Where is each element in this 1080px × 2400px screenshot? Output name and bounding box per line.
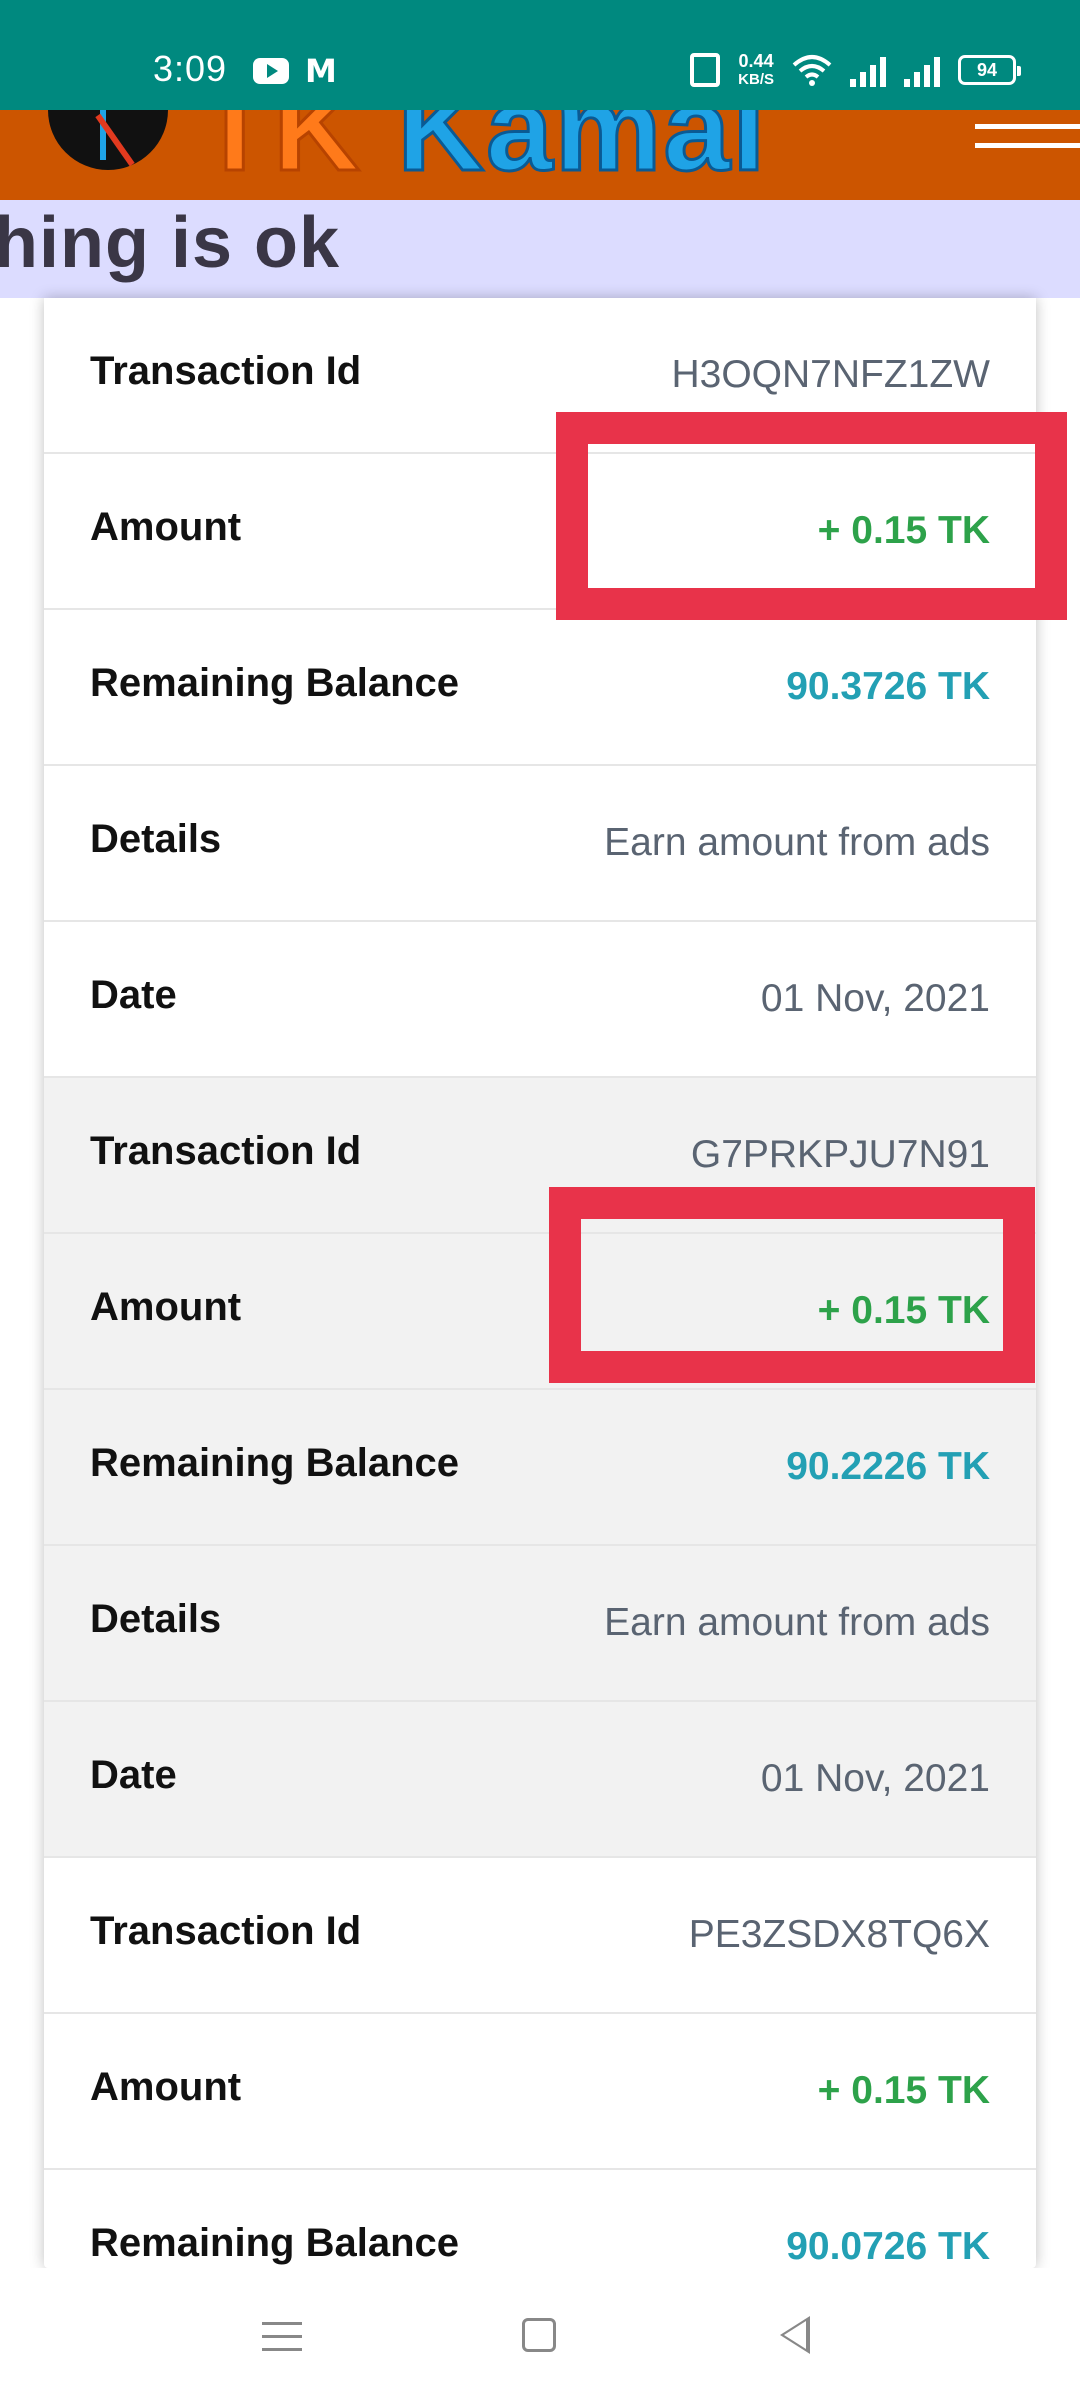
balance-value: 90.0726 TK xyxy=(786,2225,990,2268)
transaction-id-value: H3OQN7NFZ1ZW xyxy=(671,353,990,396)
balance-row: Remaining Balance 90.2226 TK xyxy=(44,1390,1036,1546)
battery-icon: 94 xyxy=(958,55,1021,85)
balance-row: Remaining Balance 90.0726 TK xyxy=(44,2170,1036,2269)
navigation-bar xyxy=(0,2268,1080,2400)
details-row: Details Earn amount from ads xyxy=(44,766,1036,922)
back-icon[interactable] xyxy=(780,2316,810,2354)
row-label: Details xyxy=(90,1596,222,1641)
row-label: Details xyxy=(90,816,222,861)
site-header: TK Kamai xyxy=(0,110,1080,200)
gmail-icon: M xyxy=(305,52,337,90)
recent-apps-icon[interactable] xyxy=(262,2322,302,2361)
balance-value: 90.2226 TK xyxy=(786,1445,990,1488)
row-label: Date xyxy=(90,972,177,1017)
date-value: 01 Nov, 2021 xyxy=(760,1757,990,1800)
site-title[interactable]: TK Kamai xyxy=(197,110,768,198)
amount-row: Amount + 0.15 TK xyxy=(44,2014,1036,2170)
balance-value: 90.3726 TK xyxy=(786,665,990,708)
amount-value: + 0.15 TK xyxy=(817,2069,990,2112)
status-icons: 0.44 KB/S 94 xyxy=(690,48,1021,92)
details-value: Earn amount from ads xyxy=(604,821,990,864)
row-label: Amount xyxy=(90,1284,242,1329)
network-speed: 0.44 KB/S xyxy=(738,50,774,88)
ticker-text: hing is ok xyxy=(0,203,341,283)
home-icon[interactable] xyxy=(522,2318,556,2352)
highlight-box xyxy=(556,412,1067,620)
row-label: Transaction Id xyxy=(90,348,362,393)
date-value: 01 Nov, 2021 xyxy=(760,977,990,1020)
details-row: Details Earn amount from ads xyxy=(44,1546,1036,1702)
hamburger-menu-icon[interactable] xyxy=(975,124,1080,148)
wifi-icon xyxy=(792,55,832,86)
status-bar: 3:09 M 0.44 KB/S 94 xyxy=(0,0,1080,110)
site-title-part1: TK xyxy=(197,110,362,198)
highlight-box xyxy=(549,1187,1035,1383)
row-label: Transaction Id xyxy=(90,1128,362,1173)
signal-icon-1 xyxy=(850,53,886,87)
row-label: Remaining Balance xyxy=(90,1440,460,1485)
row-label: Transaction Id xyxy=(90,1908,362,1953)
row-label: Date xyxy=(90,1752,177,1797)
vibrate-icon xyxy=(690,53,721,87)
transaction-id-row: Transaction Id PE3ZSDX8TQ6X xyxy=(44,1858,1036,2014)
date-row: Date 01 Nov, 2021 xyxy=(44,922,1036,1078)
network-speed-unit: KB/S xyxy=(738,70,774,88)
transaction-id-value: G7PRKPJU7N91 xyxy=(690,1133,990,1176)
date-row: Date 01 Nov, 2021 xyxy=(44,1702,1036,1858)
details-value: Earn amount from ads xyxy=(604,1601,990,1644)
site-logo-icon[interactable] xyxy=(48,110,168,170)
row-label: Remaining Balance xyxy=(90,2220,460,2265)
row-label: Remaining Balance xyxy=(90,660,460,705)
status-time: 3:09 xyxy=(153,48,228,89)
row-label: Amount xyxy=(90,504,242,549)
site-title-part2: Kamai xyxy=(396,110,768,198)
row-label: Amount xyxy=(90,2064,242,2109)
signal-icon-2 xyxy=(904,53,940,87)
transaction-id-value: PE3ZSDX8TQ6X xyxy=(688,1913,990,1956)
network-speed-value: 0.44 xyxy=(738,50,774,71)
balance-row: Remaining Balance 90.3726 TK xyxy=(44,610,1036,766)
notice-ticker: hing is ok xyxy=(0,200,1080,298)
youtube-icon xyxy=(253,58,289,84)
